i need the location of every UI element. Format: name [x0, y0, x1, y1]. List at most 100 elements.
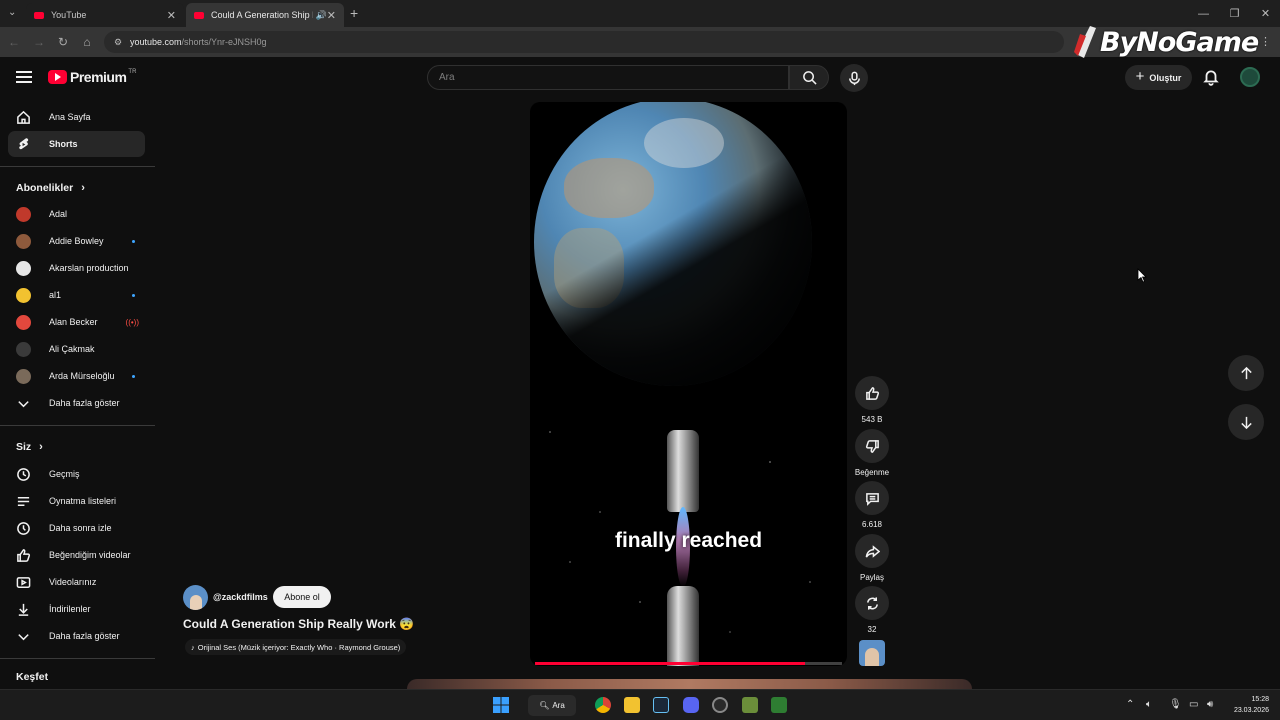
sidebar-show-more-subscriptions[interactable]: Daha fazla göster: [8, 390, 145, 416]
tray-display-icon[interactable]: ▭: [1189, 699, 1198, 710]
sidebar-item-downloads[interactable]: İndirilenler: [8, 596, 145, 622]
playlists-icon: [17, 496, 30, 506]
sidebar-item-channel-akarslan[interactable]: Akarslan production: [8, 255, 145, 281]
audio-label: Orijinal Ses (Müzik içeriyor: Exactly Wh…: [197, 642, 401, 652]
voice-search-button[interactable]: [840, 64, 868, 92]
plus-icon: +: [1135, 68, 1145, 85]
discord-icon[interactable]: [683, 697, 699, 713]
arrow-down-icon: [1240, 416, 1252, 429]
logo-country-code: TR: [128, 69, 137, 75]
search-input[interactable]: Ara: [427, 65, 789, 90]
sidebar-item-watch-later[interactable]: Daha sonra izle: [8, 515, 145, 541]
home-button[interactable]: ⌂: [78, 33, 96, 51]
channel-avatar: [16, 368, 31, 384]
chrome-icon[interactable]: [595, 697, 611, 713]
sidebar-item-playlists[interactable]: Oynatma listeleri: [8, 488, 145, 514]
next-short-button[interactable]: [1228, 404, 1264, 440]
sidebar-item-home[interactable]: Ana Sayfa: [8, 104, 145, 130]
bynogame-logo-icon: [1074, 26, 1096, 58]
like-button[interactable]: [855, 376, 889, 410]
previous-short-button[interactable]: [1228, 355, 1264, 391]
audio-playing-icon[interactable]: 🔊: [316, 10, 327, 21]
dislike-action: Beğenme: [855, 429, 889, 477]
tray-microphone-icon[interactable]: 🎙︎: [1169, 699, 1182, 710]
subscriptions-heading[interactable]: Abonelikler ›: [16, 182, 85, 194]
sidebar-item-channel-al1[interactable]: al1: [8, 282, 145, 308]
new-tab-button[interactable]: +: [350, 5, 358, 21]
remix-button[interactable]: [855, 586, 889, 620]
sound-source-avatar[interactable]: [859, 640, 885, 666]
minecraft-icon[interactable]: [742, 697, 758, 713]
new-content-dot: [132, 375, 135, 378]
search-button[interactable]: [789, 65, 829, 90]
dislike-label: Beğenme: [854, 468, 890, 477]
thumbs-up-icon: [865, 386, 879, 400]
subscribe-button[interactable]: Abone ol: [273, 586, 331, 608]
windows-taskbar: 🔍︎ Ara ⌃ 🔈︎ 🎙︎ ▭ 🔊︎ 15:28 23.03.2026: [0, 689, 1280, 720]
create-label: Oluştur: [1149, 72, 1182, 83]
youtube-play-icon: [48, 70, 67, 84]
site-info-icon[interactable]: ⚙: [114, 37, 122, 48]
channel-label: Arda Mürseloğlu: [49, 371, 115, 381]
dislike-button[interactable]: [855, 429, 889, 463]
taskbar-search-label: Ara: [552, 701, 565, 710]
clock-date: 23.03.2026: [1233, 707, 1269, 714]
share-button[interactable]: [855, 534, 889, 568]
channel-avatar: [16, 287, 31, 303]
sidebar-item-history[interactable]: Geçmiş: [8, 461, 145, 487]
forward-button[interactable]: →: [30, 33, 48, 51]
sidebar-show-more-you[interactable]: Daha fazla göster: [8, 623, 145, 649]
app-icon[interactable]: [771, 697, 787, 713]
channel-avatar[interactable]: [183, 585, 208, 610]
tray-volume-icon[interactable]: 🔊︎: [1207, 699, 1213, 710]
browser-tab-shorts[interactable]: Could A Generation Ship Re 🔊 ✕: [186, 3, 344, 27]
arrow-up-icon: [1240, 366, 1252, 379]
browser-menu-icon[interactable]: ⋮: [1260, 35, 1271, 48]
next-short-preview[interactable]: [407, 679, 972, 689]
create-button[interactable]: + Oluştur: [1125, 65, 1192, 90]
windows-start-icon[interactable]: [493, 697, 509, 713]
tab-close-icon[interactable]: ✕: [327, 9, 336, 22]
notifications-bell-icon[interactable]: [1202, 68, 1220, 86]
menu-icon[interactable]: [16, 69, 32, 85]
tray-audio-icon[interactable]: 🔈︎: [1146, 699, 1152, 710]
sidebar-item-channel-alan-becker[interactable]: Alan Becker ((•)): [8, 309, 145, 335]
taskbar-clock[interactable]: 15:28 23.03.2026: [1225, 694, 1269, 716]
browser-tab-youtube[interactable]: YouTube ✕: [26, 3, 184, 27]
youtube-header: Premium TR Ara + Oluştur: [0, 57, 1280, 99]
music-note-icon: ♪: [191, 642, 195, 652]
tray-overflow-chevron-icon[interactable]: ⌃: [1126, 699, 1134, 710]
video-progress-bar[interactable]: [535, 662, 842, 665]
steam-icon[interactable]: [653, 697, 669, 713]
taskbar-search-button[interactable]: 🔍︎ Ara: [528, 695, 576, 716]
sidebar-item-channel-addie-bowley[interactable]: Addie Bowley: [8, 228, 145, 254]
share-icon: [865, 544, 880, 558]
account-avatar[interactable]: [1240, 67, 1260, 87]
sidebar-item-channel-adal[interactable]: Adal: [8, 201, 145, 227]
show-more-label: Daha fazla göster: [49, 398, 120, 408]
tab-list-chevron-icon[interactable]: ⌄: [8, 7, 16, 18]
file-explorer-icon[interactable]: [624, 697, 640, 713]
sidebar-item-channel-arda[interactable]: Arda Mürseloğlu: [8, 363, 145, 389]
new-content-dot: [132, 294, 135, 297]
audio-attribution[interactable]: ♪ Orijinal Ses (Müzik içeriyor: Exactly …: [185, 639, 407, 655]
chevron-down-icon: [18, 400, 29, 407]
tab-close-icon[interactable]: ✕: [167, 9, 176, 22]
settings-icon[interactable]: [712, 697, 728, 713]
shorts-video-player[interactable]: finally reached: [530, 102, 847, 666]
channel-handle[interactable]: @zackdfilms: [213, 592, 268, 602]
you-heading[interactable]: Siz ›: [16, 441, 43, 453]
video-title[interactable]: Could A Generation Ship Really Work 😨: [183, 617, 414, 631]
sidebar-item-shorts[interactable]: Shorts: [8, 131, 145, 157]
channel-avatar: [16, 233, 31, 249]
sidebar-item-your-videos[interactable]: Videolarınız: [8, 569, 145, 595]
sidebar-item-liked-videos[interactable]: Beğendiğim videolar: [8, 542, 145, 568]
tab-title: Could A Generation Ship Re: [211, 10, 313, 20]
live-indicator-icon: ((•)): [125, 318, 139, 327]
reload-button[interactable]: ↻: [54, 33, 72, 51]
youtube-premium-logo[interactable]: Premium TR: [48, 69, 136, 85]
sidebar-item-channel-ali-cakmak[interactable]: Ali Çakmak: [8, 336, 145, 362]
comments-button[interactable]: [855, 481, 889, 515]
back-button[interactable]: ←: [5, 33, 23, 51]
url-field[interactable]: ⚙ youtube.com/shorts/Ynr-eJNSH0g: [104, 31, 1064, 53]
